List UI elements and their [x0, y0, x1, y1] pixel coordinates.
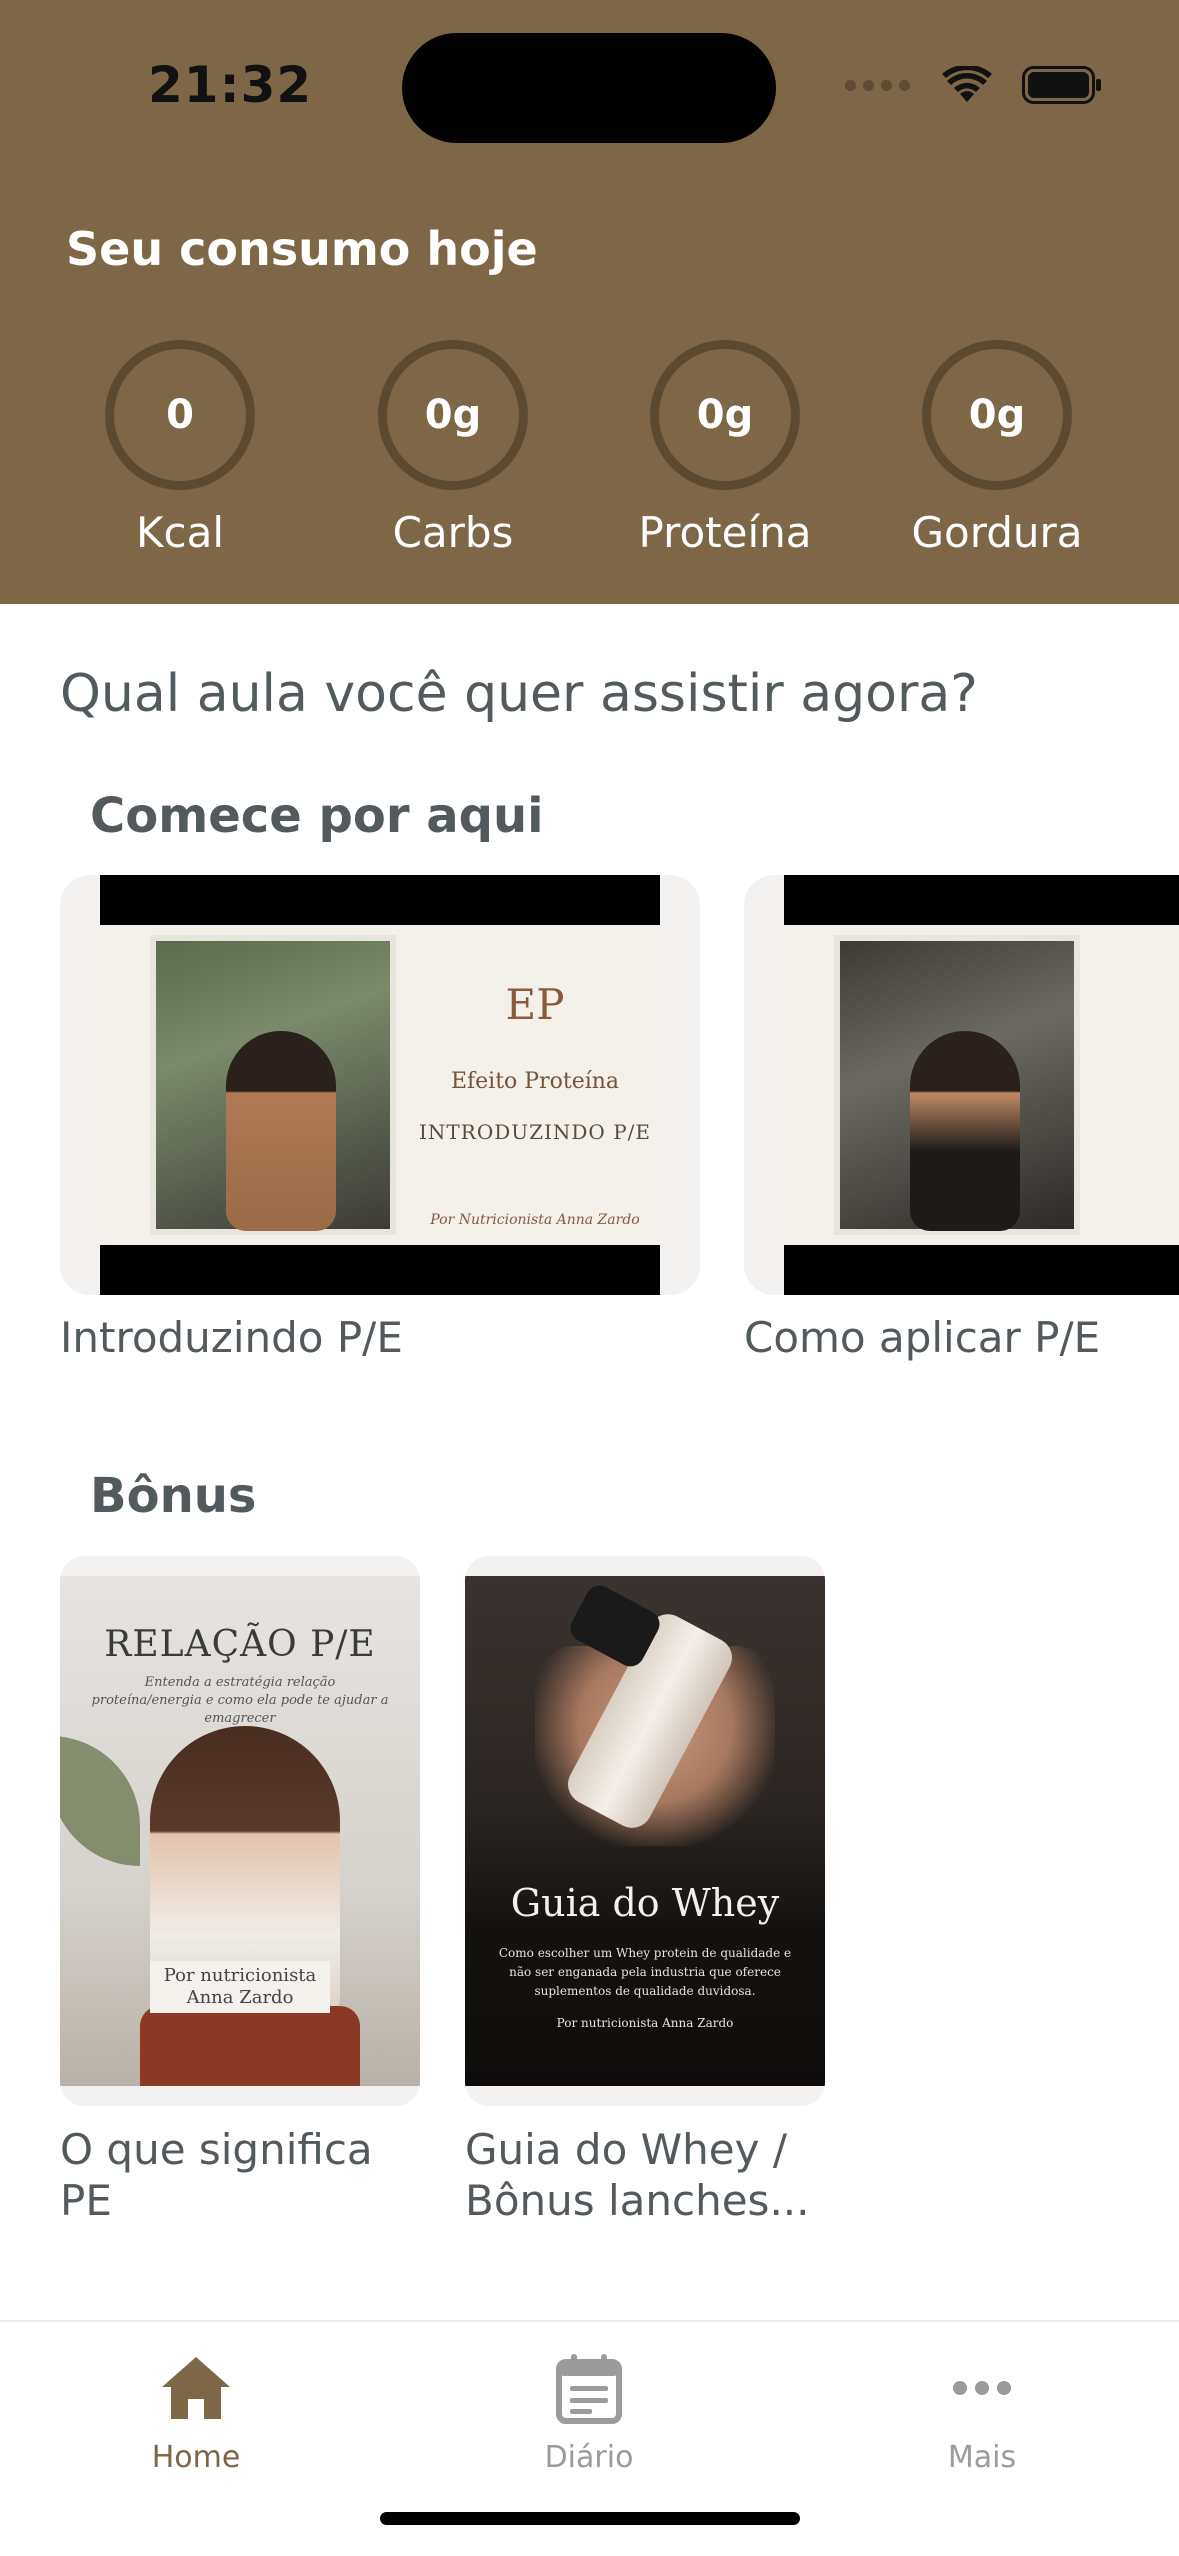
lesson-thumbnail[interactable]: EP Efeito Proteína INTRODUZINDO P/E Por … — [60, 875, 700, 1295]
tab-label: Diário — [544, 2440, 634, 2475]
cover-byline: Por nutricionista Anna Zardo — [556, 2016, 734, 2030]
lesson-card[interactable]: E CO P Como aplicar P/E — [744, 875, 1179, 1362]
bonus-thumbnail[interactable]: Guia do Whey Como escolher um Whey prote… — [465, 1556, 825, 2106]
tab-diario[interactable]: Diário — [479, 2348, 699, 2475]
macro-label: Kcal — [135, 508, 225, 557]
macro-fat: 0g Gordura — [887, 340, 1107, 557]
bonus-title[interactable]: Guia do Whey / Bônus lanches... — [465, 2124, 825, 2226]
lesson-photo — [834, 935, 1080, 1235]
cover-byline: Por nutricionista Anna Zardo — [150, 1961, 330, 2013]
status-icons — [845, 60, 1102, 110]
calendar-icon — [556, 2354, 622, 2424]
bonus-card[interactable]: Guia do Whey Como escolher um Whey prote… — [465, 1556, 825, 2226]
cellular-signal-icon — [845, 79, 910, 91]
macro-value: 0g — [968, 392, 1026, 438]
macro-ring: 0g — [378, 340, 528, 490]
lesson-carousel[interactable]: EP Efeito Proteína INTRODUZINDO P/E Por … — [0, 875, 1179, 1375]
thumb-byline: Por Nutricionista Anna Zardo — [430, 1212, 640, 1228]
status-time: 21:32 — [148, 56, 313, 114]
bonus-cover: Guia do Whey Como escolher um Whey prote… — [465, 1576, 825, 2086]
tab-home[interactable]: Home — [86, 2348, 306, 2475]
bonus-title[interactable]: O que significa PE — [60, 2124, 420, 2226]
macro-protein: 0g Proteína — [615, 340, 835, 557]
macro-carbs: 0g Carbs — [343, 340, 563, 557]
cover-subtitle: Como escolher um Whey protein de qualida… — [498, 1946, 792, 1998]
brand-logo: EP — [505, 980, 565, 1029]
consumption-title: Seu consumo hoje — [66, 222, 538, 276]
lesson-card[interactable]: EP Efeito Proteína INTRODUZINDO P/E Por … — [60, 875, 700, 1362]
video-frame: E CO P — [784, 875, 1179, 1295]
section-title-bonus: Bônus — [90, 1468, 257, 1524]
lesson-title[interactable]: Introduzindo P/E — [60, 1313, 700, 1362]
bonus-thumbnail[interactable]: RELAÇÃO P/E Entenda a estratégia relação… — [60, 1556, 420, 2106]
tab-label: Home — [151, 2440, 241, 2475]
dynamic-island — [402, 33, 776, 143]
macro-value: 0g — [696, 392, 754, 438]
battery-icon — [1022, 66, 1101, 104]
macro-ring: 0g — [922, 340, 1072, 490]
tab-label: Mais — [947, 2440, 1017, 2475]
wifi-icon — [942, 66, 992, 102]
more-icon — [953, 2381, 1011, 2395]
thumb-subtitle: INTRODUZINDO P/E — [419, 1120, 651, 1144]
cover-title: RELAÇÃO P/E — [104, 1624, 376, 1665]
macro-value: 0g — [424, 392, 482, 438]
lesson-title[interactable]: Como aplicar P/E — [744, 1313, 1179, 1362]
lesson-photo — [150, 935, 396, 1235]
video-frame: EP Efeito Proteína INTRODUZINDO P/E Por … — [100, 875, 660, 1295]
consumption-header: 21:32 Seu consumo hoje 0 Kcal 0g Carbs 0… — [0, 0, 1179, 604]
thumb-brand: Efeito Proteína — [450, 1069, 620, 1094]
macro-kcal: 0 Kcal — [70, 340, 290, 557]
bonus-list: RELAÇÃO P/E Entenda a estratégia relação… — [60, 1556, 825, 2226]
macro-label: Gordura — [911, 508, 1083, 557]
bonus-cover: RELAÇÃO P/E Entenda a estratégia relação… — [60, 1576, 420, 2086]
cover-title: Guia do Whey — [510, 1881, 780, 1925]
macro-label: Proteína — [638, 508, 812, 557]
macro-value: 0 — [166, 392, 194, 438]
home-icon — [162, 2357, 230, 2419]
macro-ring: 0 — [105, 340, 255, 490]
bonus-card[interactable]: RELAÇÃO P/E Entenda a estratégia relação… — [60, 1556, 420, 2226]
cover-subtitle: Entenda a estratégia relação proteína/en… — [91, 1675, 389, 1726]
home-indicator — [380, 2512, 800, 2525]
macro-label: Carbs — [392, 508, 514, 557]
section-title-start: Comece por aqui — [90, 788, 544, 844]
tab-mais[interactable]: Mais — [872, 2348, 1092, 2475]
lesson-prompt: Qual aula você quer assistir agora? — [60, 664, 978, 724]
macro-ring: 0g — [650, 340, 800, 490]
lesson-thumbnail[interactable]: E CO P — [744, 875, 1179, 1295]
